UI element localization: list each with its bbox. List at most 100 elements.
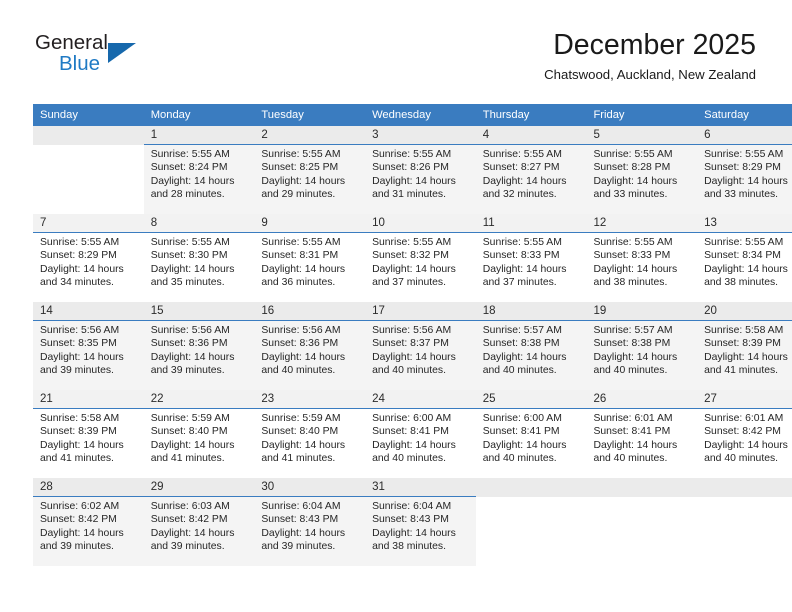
daylight-text-line2: and 28 minutes. [150,188,225,200]
calendar-day-cell[interactable]: 3 Sunrise: 5:55 AM Sunset: 8:26 PM Daylight… [365,126,476,214]
calendar-day-cell[interactable]: 25 Sunrise: 6:00 AM Sunset: 8:41 PM Dayligh… [475,390,587,478]
day-number: 29 [143,478,255,497]
calendar-week-row: 14 Sunrise: 5:56 AM Sunset: 8:35 PM Dayligh… [33,302,792,390]
calendar-day-cell[interactable]: 8 Sunrise: 5:55 AM Sunset: 8:30 PM Daylight… [143,214,255,302]
sunrise-text: Sunrise: 5:55 AM [372,149,452,160]
sunrise-text: Sunrise: 5:55 AM [704,237,784,248]
daylight-text-line1: Daylight: 14 hours [593,175,678,187]
day-sun-info: Sunrise: 5:56 AM Sunset: 8:36 PM Daylight:… [144,321,255,377]
day-number: 20 [697,302,792,321]
calendar-day-cell[interactable]: 1 Sunrise: 5:55 AM Sunset: 8:24 PM Daylight… [143,126,255,214]
calendar-day-cell[interactable]: 31 Sunrise: 6:04 AM Sunset: 8:43 PM Dayligh… [365,478,476,566]
day-number: 22 [143,390,255,409]
calendar-day-cell[interactable]: 10 Sunrise: 5:55 AM Sunset: 8:32 PM Dayligh… [365,214,476,302]
calendar-day-cell[interactable]: 7 Sunrise: 5:55 AM Sunset: 8:29 PM Daylight… [33,214,144,302]
calendar-day-cell[interactable]: 26 Sunrise: 6:01 AM Sunset: 8:41 PM Dayligh… [586,390,698,478]
day-number: 28 [33,478,144,497]
daylight-text-line1: Daylight: 14 hours [704,175,788,187]
daylight-text-line1: Daylight: 14 hours [261,175,346,187]
day-number: 8 [143,214,255,233]
day-sun-info: Sunrise: 5:55 AM Sunset: 8:34 PM Daylight:… [697,233,792,289]
calendar-day-cell[interactable]: 27 Sunrise: 6:01 AM Sunset: 8:42 PM Dayligh… [697,390,792,478]
calendar-week-row: 21 Sunrise: 5:58 AM Sunset: 8:39 PM Dayligh… [33,390,792,478]
day-number: 24 [365,390,476,409]
day-sun-info: Sunrise: 6:02 AM Sunset: 8:42 PM Daylight:… [33,497,144,553]
daylight-text-line1: Daylight: 14 hours [261,439,346,451]
calendar-day-cell[interactable]: 23 Sunrise: 5:59 AM Sunset: 8:40 PM Dayligh… [254,390,366,478]
weekday-header-monday: Monday [143,104,255,126]
day-sun-info: Sunrise: 5:58 AM Sunset: 8:39 PM Daylight:… [33,409,144,465]
daylight-text-line2: and 40 minutes. [372,364,446,376]
calendar-cell-empty [586,478,698,566]
daylight-text-line1: Daylight: 14 hours [372,351,456,363]
day-number: 19 [586,302,698,321]
calendar-day-cell[interactable]: 17 Sunrise: 5:56 AM Sunset: 8:37 PM Dayligh… [365,302,476,390]
weekday-header-friday: Friday [586,104,698,126]
calendar-day-cell[interactable]: 5 Sunrise: 5:55 AM Sunset: 8:28 PM Daylight… [586,126,698,214]
calendar-day-cell[interactable]: 18 Sunrise: 5:57 AM Sunset: 8:38 PM Dayligh… [475,302,587,390]
day-sun-info: Sunrise: 5:55 AM Sunset: 8:25 PM Daylight:… [254,145,365,201]
calendar-day-cell[interactable]: 13 Sunrise: 5:55 AM Sunset: 8:34 PM Dayligh… [697,214,792,302]
page-header: General Blue December 2025 Chatswood, Au… [0,0,792,104]
weekday-header-tuesday: Tuesday [254,104,366,126]
daylight-text-line2: and 38 minutes. [593,276,668,288]
calendar-day-cell[interactable]: 6 Sunrise: 5:55 AM Sunset: 8:29 PM Daylight… [697,126,792,214]
calendar-day-cell[interactable]: 14 Sunrise: 5:56 AM Sunset: 8:35 PM Dayligh… [33,302,144,390]
sunset-text: Sunset: 8:29 PM [40,250,117,262]
day-number: 13 [697,214,792,233]
sunset-text: Sunset: 8:31 PM [261,250,339,262]
calendar-day-cell[interactable]: 24 Sunrise: 6:00 AM Sunset: 8:41 PM Dayligh… [365,390,476,478]
daylight-text-line2: and 41 minutes. [261,452,336,464]
calendar-day-cell[interactable]: 9 Sunrise: 5:55 AM Sunset: 8:31 PM Daylight… [254,214,366,302]
calendar-cell-empty [33,126,144,214]
daylight-text-line1: Daylight: 14 hours [261,263,346,275]
calendar-day-cell[interactable]: 4 Sunrise: 5:55 AM Sunset: 8:27 PM Daylight… [475,126,587,214]
calendar-day-cell[interactable]: 21 Sunrise: 5:58 AM Sunset: 8:39 PM Dayligh… [33,390,144,478]
sunset-text: Sunset: 8:42 PM [150,514,228,526]
daylight-text-line2: and 33 minutes. [704,188,779,200]
day-number: 26 [586,390,698,409]
weekday-header-thursday: Thursday [475,104,587,126]
daylight-text-line2: and 31 minutes. [372,188,446,200]
calendar-day-cell[interactable]: 28 Sunrise: 6:02 AM Sunset: 8:42 PM Dayligh… [33,478,144,566]
calendar-day-cell[interactable]: 20 Sunrise: 5:58 AM Sunset: 8:39 PM Dayligh… [697,302,792,390]
daylight-text-line2: and 33 minutes. [593,188,668,200]
calendar-day-cell[interactable]: 16 Sunrise: 5:56 AM Sunset: 8:36 PM Dayligh… [254,302,366,390]
daylight-text-line1: Daylight: 14 hours [150,351,235,363]
calendar-day-cell[interactable]: 15 Sunrise: 5:56 AM Sunset: 8:36 PM Dayligh… [143,302,255,390]
calendar-day-cell[interactable]: 19 Sunrise: 5:57 AM Sunset: 8:38 PM Dayligh… [586,302,698,390]
calendar-container: Sunday Monday Tuesday Wednesday Thursday… [33,104,792,566]
sunset-text: Sunset: 8:42 PM [704,426,781,438]
day-number: 21 [33,390,144,409]
sunset-text: Sunset: 8:40 PM [261,426,339,438]
daylight-text-line1: Daylight: 14 hours [150,439,235,451]
calendar-day-cell[interactable]: 11 Sunrise: 5:55 AM Sunset: 8:33 PM Dayligh… [475,214,587,302]
day-sun-info: Sunrise: 6:04 AM Sunset: 8:43 PM Daylight:… [365,497,476,553]
day-number [697,478,792,497]
daylight-text-line2: and 37 minutes. [372,276,446,288]
sunset-text: Sunset: 8:39 PM [704,338,781,350]
weekday-header-sunday: Sunday [33,104,144,126]
sunset-text: Sunset: 8:34 PM [704,250,781,262]
sunset-text: Sunset: 8:30 PM [150,250,228,262]
sunrise-text: Sunrise: 5:55 AM [150,237,230,248]
calendar-day-cell[interactable]: 2 Sunrise: 5:55 AM Sunset: 8:25 PM Daylight… [254,126,366,214]
sunrise-text: Sunrise: 6:02 AM [40,501,120,512]
calendar-day-cell[interactable]: 12 Sunrise: 5:55 AM Sunset: 8:33 PM Dayligh… [586,214,698,302]
daylight-text-line2: and 37 minutes. [482,276,557,288]
calendar-day-cell[interactable]: 22 Sunrise: 5:59 AM Sunset: 8:40 PM Dayligh… [143,390,255,478]
sunrise-text: Sunrise: 6:00 AM [482,413,562,424]
calendar-day-cell[interactable]: 29 Sunrise: 6:03 AM Sunset: 8:42 PM Dayligh… [143,478,255,566]
calendar-week-row: 7 Sunrise: 5:55 AM Sunset: 8:29 PM Daylight… [33,214,792,302]
day-sun-info: Sunrise: 5:55 AM Sunset: 8:31 PM Daylight:… [254,233,365,289]
daylight-text-line1: Daylight: 14 hours [704,263,788,275]
daylight-text-line2: and 40 minutes. [704,452,779,464]
sunset-text: Sunset: 8:41 PM [372,426,449,438]
sunrise-text: Sunrise: 5:58 AM [40,413,120,424]
sunrise-text: Sunrise: 5:55 AM [593,149,673,160]
day-number [586,478,698,497]
daylight-text-line2: and 41 minutes. [40,452,114,464]
day-sun-info: Sunrise: 5:56 AM Sunset: 8:35 PM Daylight:… [33,321,144,377]
calendar-day-cell[interactable]: 30 Sunrise: 6:04 AM Sunset: 8:43 PM Dayligh… [254,478,366,566]
sunset-text: Sunset: 8:43 PM [372,514,449,526]
